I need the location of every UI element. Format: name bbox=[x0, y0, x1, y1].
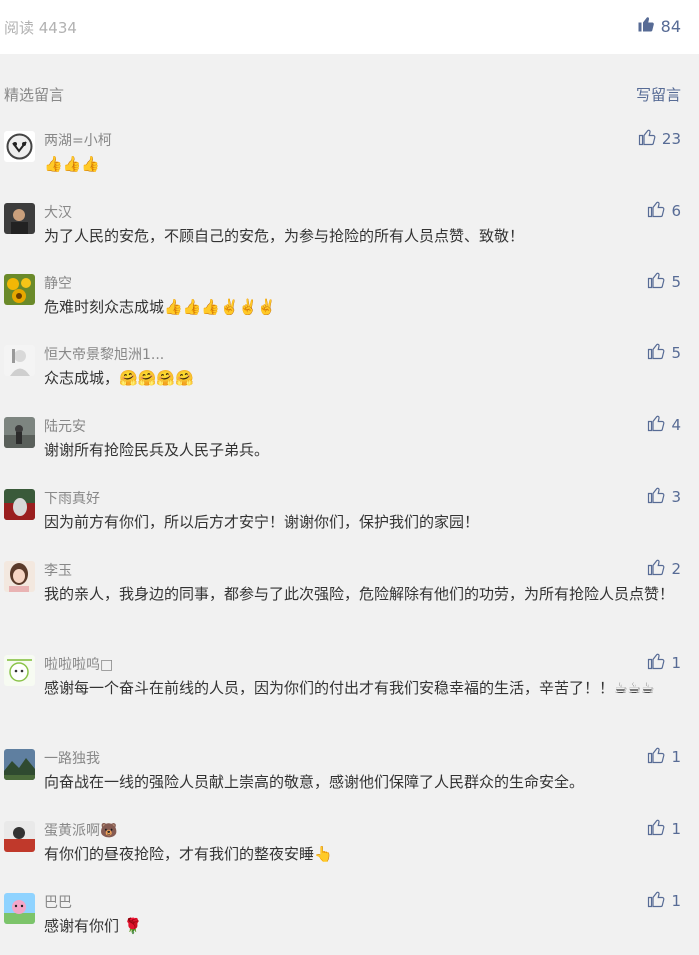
thumbs-up-icon bbox=[647, 342, 665, 364]
comment-like-button[interactable]: 6 bbox=[647, 200, 681, 222]
comment-nickname: 大汉 bbox=[44, 205, 72, 221]
comment-nickname: 一路独我 bbox=[44, 751, 100, 767]
comment-like-button[interactable]: 23 bbox=[638, 128, 681, 150]
comment-nickname: 下雨真好 bbox=[44, 491, 100, 507]
article-like-count: 84 bbox=[660, 16, 681, 36]
comment-nickname: 恒大帝景黎旭洲1... bbox=[44, 347, 165, 363]
thumbs-up-icon bbox=[647, 271, 665, 293]
read-count: 阅读 4434 bbox=[4, 19, 77, 37]
comment-nickname: 陆元安 bbox=[44, 419, 86, 435]
comment-like-button[interactable]: 1 bbox=[647, 652, 681, 674]
comment-like-count: 4 bbox=[671, 416, 681, 434]
thumbs-up-icon bbox=[647, 818, 665, 840]
comment-text: 感谢每一个奋斗在前线的人员，因为你们的付出才有我们安稳幸福的生活，辛苦了！！☕☕… bbox=[44, 679, 655, 697]
article-like-button[interactable]: 84 bbox=[637, 15, 681, 37]
avatar[interactable] bbox=[4, 345, 35, 376]
thumbs-up-icon bbox=[647, 890, 665, 912]
comment-text: 谢谢所有抢险民兵及人民子弟兵。 bbox=[44, 441, 270, 459]
comment-nickname: 李玉 bbox=[44, 563, 72, 579]
comment-like-count: 5 bbox=[671, 273, 681, 291]
comment-like-button[interactable]: 3 bbox=[647, 486, 681, 508]
comment-like-button[interactable]: 4 bbox=[647, 414, 681, 436]
comment-like-button[interactable]: 5 bbox=[647, 271, 681, 293]
avatar[interactable] bbox=[4, 893, 35, 924]
comment-like-count: 23 bbox=[661, 130, 681, 148]
comments-header: 精选留言 写留言 bbox=[0, 84, 699, 104]
comment-like-button[interactable]: 1 bbox=[647, 818, 681, 840]
thumbs-up-icon bbox=[647, 200, 665, 222]
thumbs-up-filled-icon bbox=[637, 15, 655, 37]
comment-text: 👍👍👍 bbox=[44, 155, 101, 173]
avatar[interactable] bbox=[4, 274, 35, 305]
comment-text: 危难时刻众志成城👍👍👍✌️✌️✌️ bbox=[44, 298, 277, 316]
thumbs-up-icon bbox=[638, 128, 656, 150]
comment-like-count: 6 bbox=[671, 202, 681, 220]
thumbs-up-icon bbox=[647, 652, 665, 674]
comment-like-count: 1 bbox=[671, 820, 681, 838]
comment-text: 众志成城，🤗🤗🤗🤗 bbox=[44, 369, 194, 387]
comment-like-button[interactable]: 1 bbox=[647, 890, 681, 912]
thumbs-up-icon bbox=[647, 746, 665, 768]
comment-like-button[interactable]: 2 bbox=[647, 558, 681, 580]
comment-like-count: 1 bbox=[671, 654, 681, 672]
comment-like-count: 2 bbox=[671, 560, 681, 578]
avatar[interactable] bbox=[4, 131, 35, 162]
comment-nickname: 啦啦啦呜□ bbox=[44, 657, 114, 673]
comment-like-count: 1 bbox=[671, 892, 681, 910]
thumbs-up-icon bbox=[647, 414, 665, 436]
comment-like-button[interactable]: 5 bbox=[647, 342, 681, 364]
comment-like-button[interactable]: 1 bbox=[647, 746, 681, 768]
comment-like-count: 3 bbox=[671, 488, 681, 506]
section-title: 精选留言 bbox=[4, 86, 65, 104]
avatar[interactable] bbox=[4, 749, 35, 780]
comment-nickname: 静空 bbox=[44, 276, 72, 292]
comment-text: 因为前方有你们，所以后方才安宁！谢谢你们，保护我们的家园！ bbox=[44, 513, 480, 531]
comment-text: 有你们的昼夜抢险，才有我们的整夜安睡👆 bbox=[44, 845, 333, 863]
comment-text: 感谢有你们 🌹 bbox=[44, 917, 143, 935]
comment-nickname: 两湖=小柯 bbox=[44, 133, 112, 149]
write-comment-button[interactable]: 写留言 bbox=[636, 84, 681, 105]
thumbs-up-icon bbox=[647, 486, 665, 508]
comment-like-count: 5 bbox=[671, 344, 681, 362]
comment-like-count: 1 bbox=[671, 748, 681, 766]
comment-text: 为了人民的安危，不顾自己的安危，为参与抢险的所有人员点赞、致敬！ bbox=[44, 227, 525, 245]
avatar[interactable] bbox=[4, 203, 35, 234]
avatar[interactable] bbox=[4, 655, 35, 686]
thumbs-up-icon bbox=[647, 558, 665, 580]
avatar[interactable] bbox=[4, 489, 35, 520]
avatar[interactable] bbox=[4, 561, 35, 592]
comment-text: 向奋战在一线的强险人员献上崇高的敬意，感谢他们保障了人民群众的生命安全。 bbox=[44, 773, 585, 791]
comment-nickname: 巴巴 bbox=[44, 895, 72, 911]
comment-text: 我的亲人，我身边的同事，都参与了此次强险，危险解除有他们的功劳，为所有抢险人员点… bbox=[44, 585, 675, 603]
comment-nickname: 蛋黄派啊🐻 bbox=[44, 823, 118, 839]
avatar[interactable] bbox=[4, 417, 35, 448]
article-stats-bar: 阅读 4434 84 bbox=[0, 0, 699, 54]
avatar[interactable] bbox=[4, 821, 35, 852]
